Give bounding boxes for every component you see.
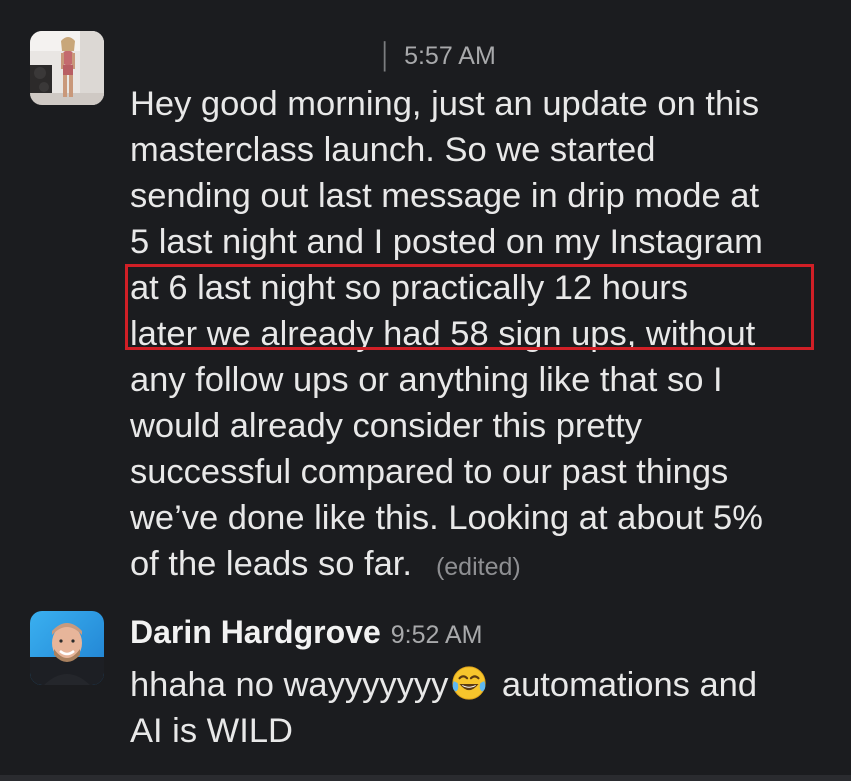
message-line: would already consider this pretty: [130, 407, 643, 445]
sender-name[interactable]: Darin Hardgrove: [130, 614, 381, 650]
message-line: 5 last night and I posted on my Instagra…: [130, 223, 763, 261]
edited-label: (edited): [435, 553, 521, 581]
message-line: any follow ups or anything like that so …: [130, 361, 723, 399]
user-avatar[interactable]: [30, 31, 104, 105]
message-line-last: of the leads so far. (edited): [130, 541, 830, 590]
message-line: masterclass launch. So we started: [130, 131, 656, 169]
message-body: hhaha no wayyyyyyy automations and AI is…: [130, 662, 830, 754]
message-timestamp[interactable]: 5:57 AM: [404, 42, 496, 70]
message-text: hhaha no wayyyyyyy: [130, 666, 449, 704]
message-header: │ 5:57 AM: [378, 42, 496, 71]
message-line: sending out last message in drip mode at: [130, 177, 760, 215]
face-with-tears-of-joy-emoji: [452, 666, 486, 700]
message-line: successful compared to our past things: [130, 453, 729, 491]
user-avatar[interactable]: [30, 611, 104, 685]
message-line: Hey good morning, just an update on this: [130, 85, 760, 123]
message-text: automations and: [492, 666, 758, 704]
message-line: AI is WILD: [130, 712, 293, 750]
message-timestamp[interactable]: 9:52 AM: [391, 621, 483, 649]
cutoff-sender-fragment: │: [378, 42, 394, 70]
message-line: we’ve done like this. Looking at about 5…: [130, 499, 763, 537]
bottom-edge: [0, 775, 851, 781]
message-header: Darin Hardgrove 9:52 AM: [130, 614, 482, 651]
message-line: hhaha no wayyyyyyy automations and: [130, 662, 830, 708]
message-line-text: of the leads so far.: [130, 545, 412, 583]
highlight-annotation-box: [125, 264, 814, 350]
woman-avatar-photo: [30, 31, 104, 105]
man-avatar-photo: [30, 611, 104, 685]
